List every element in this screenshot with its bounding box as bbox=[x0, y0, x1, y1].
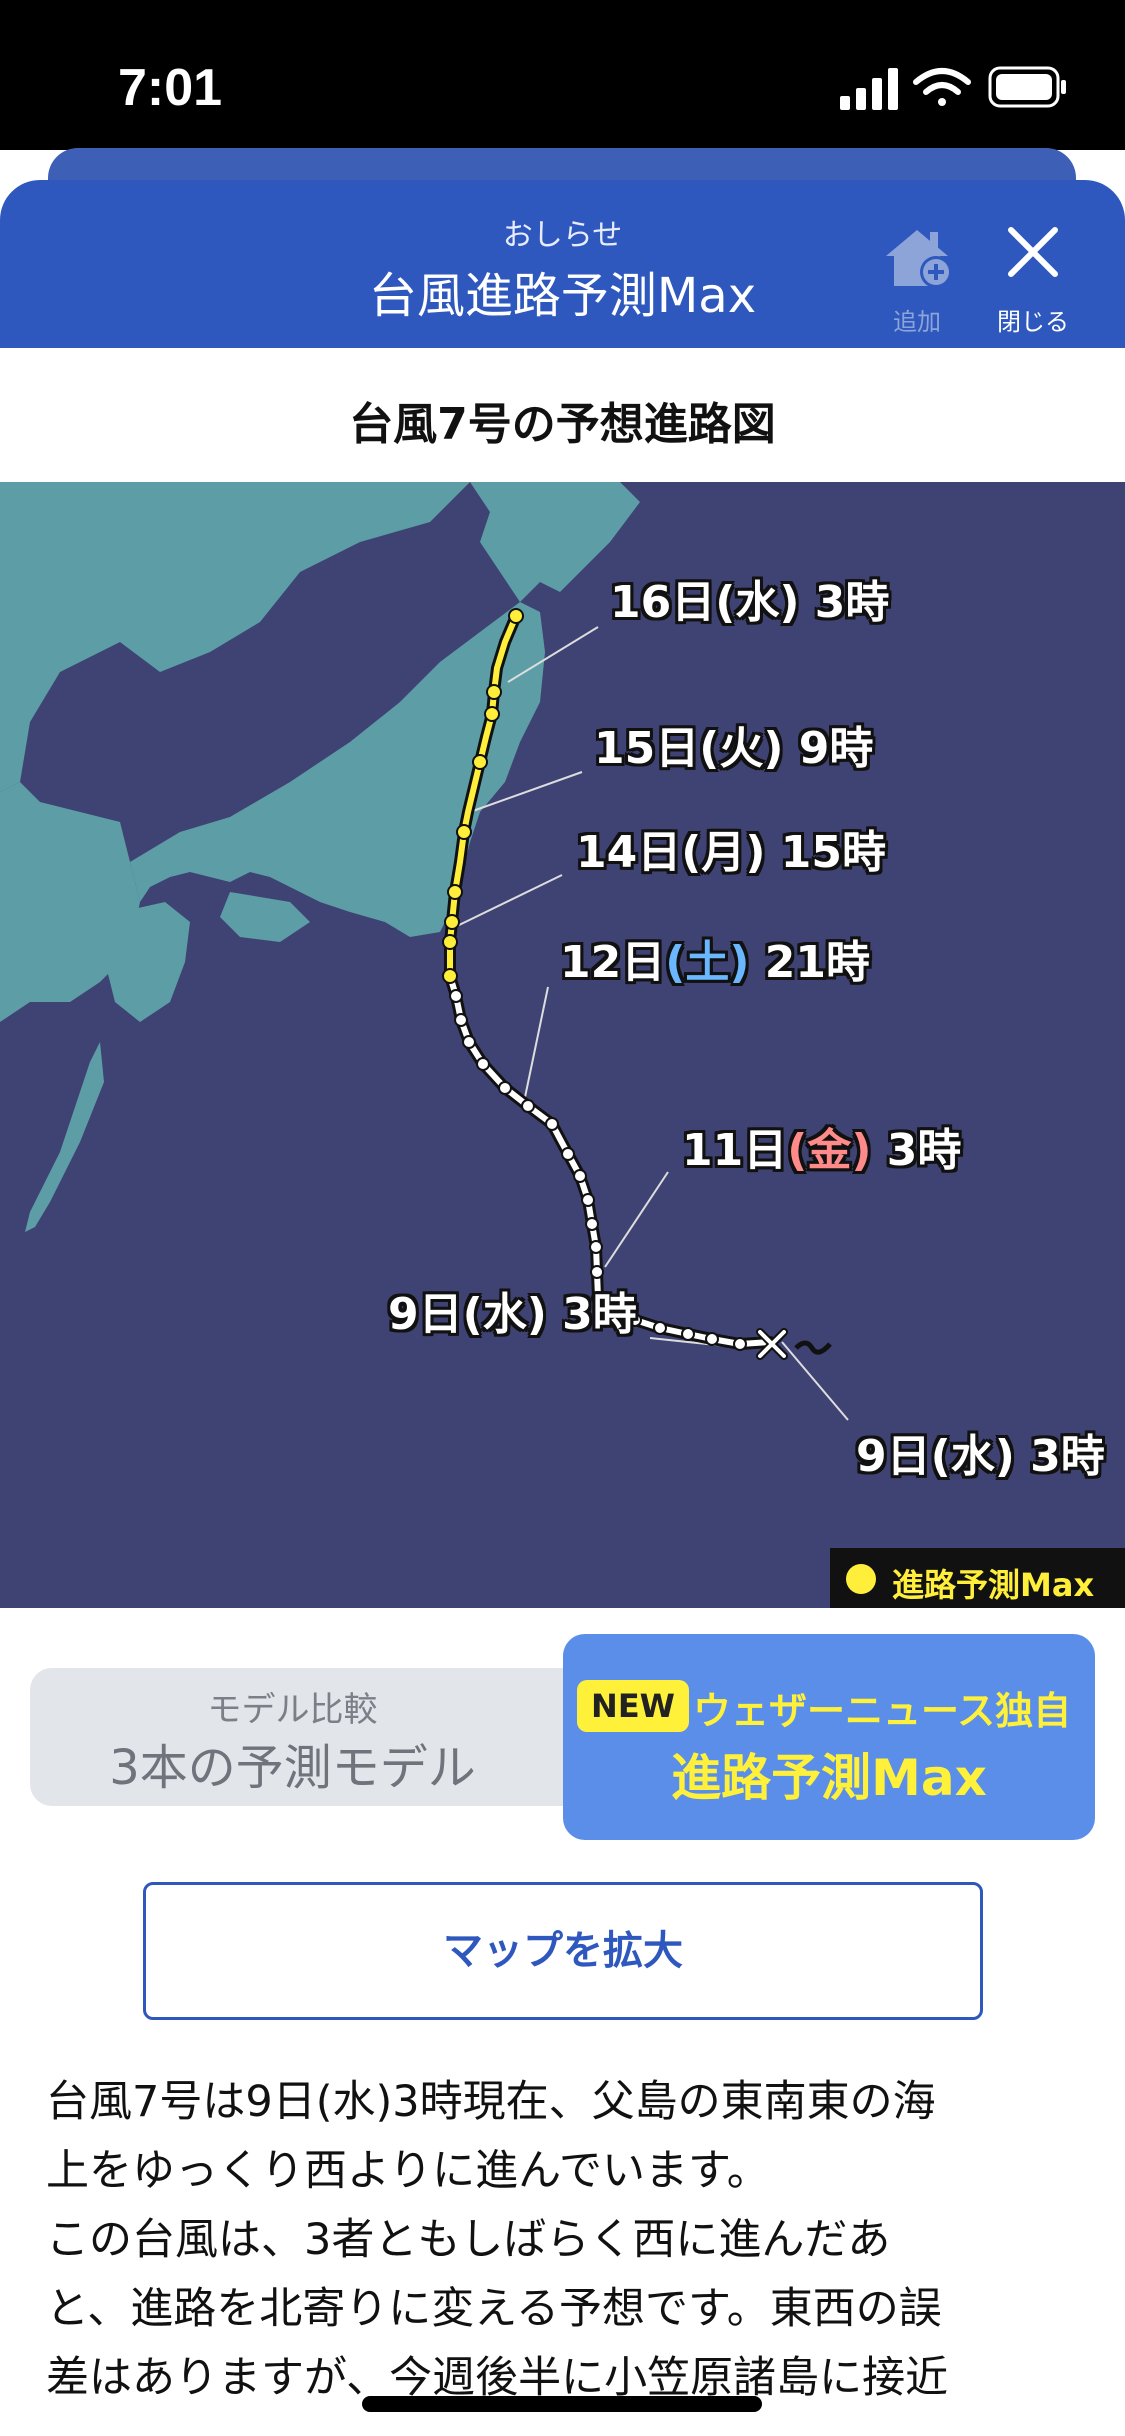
label-weekday-sat: (土) bbox=[665, 937, 750, 988]
status-time: 7:01 bbox=[118, 59, 223, 117]
home-indicator[interactable] bbox=[362, 2396, 762, 2412]
map-title: 台風7号の予想進路図 bbox=[349, 399, 776, 450]
label-day: 16日(水) bbox=[610, 577, 800, 628]
tab-track-max[interactable]: NEW ウェザーニュース独自 進路予測Max bbox=[563, 1634, 1095, 1840]
add-label: 追加 bbox=[893, 308, 941, 336]
tab-compare-sub: モデル比較 bbox=[207, 1690, 378, 1730]
track-label-9-past: 9日(水) 3時 bbox=[388, 1278, 637, 1342]
tab-model-compare[interactable]: モデル比較 3本の予測モデル bbox=[30, 1668, 590, 1806]
label-hour: 3時 bbox=[814, 577, 890, 628]
description-line: この台風は、3者ともしばらく西に進んだあ bbox=[46, 2215, 891, 2265]
battery-icon bbox=[988, 66, 1066, 108]
home-add-icon bbox=[886, 230, 952, 288]
typhoon-track-map[interactable]: 16日(水) 3時 15日(火) 9時 14日(月) 15時 12日(土) 21… bbox=[0, 482, 1125, 1608]
past-track-tail bbox=[794, 1340, 832, 1355]
map-legend: 進路予測Max bbox=[830, 1548, 1125, 1608]
track-label-9-current: 9日(水) 3時 bbox=[856, 1420, 1105, 1484]
label-day: 9日(水) bbox=[388, 1289, 547, 1340]
tab-compare-main: 3本の予測モデル bbox=[109, 1740, 476, 1796]
label-hour: 3時 bbox=[1030, 1431, 1105, 1482]
kyushu bbox=[105, 902, 190, 1022]
wifi-icon bbox=[913, 68, 971, 106]
close-button[interactable]: 閉じる bbox=[978, 216, 1088, 336]
status-bar: 7:01 bbox=[0, 0, 1125, 150]
label-day: 9日(水) bbox=[856, 1431, 1015, 1482]
shikoku bbox=[220, 892, 310, 942]
expand-map-button[interactable]: マップを拡大 bbox=[143, 1882, 983, 2020]
tab-max-main: 進路予測Max bbox=[671, 1749, 987, 1807]
track-label-14: 14日(月) 15時 bbox=[576, 816, 886, 880]
label-hour: 9時 bbox=[798, 723, 874, 774]
status-icons bbox=[840, 66, 1066, 110]
label-day: 15日(火) bbox=[594, 723, 784, 774]
label-hour: 3時 bbox=[886, 1125, 962, 1176]
track-label-11: 11日(金) 3時 bbox=[682, 1114, 961, 1178]
close-label: 閉じる bbox=[997, 308, 1069, 336]
typhoon-description: 台風7号は9日(水)3時現在、父島の東南東の海 上をゆっくり西よりに進んでいます… bbox=[46, 2068, 1086, 2413]
description-line: 上をゆっくり西よりに進んでいます。 bbox=[46, 2146, 770, 2196]
label-day: 11日 bbox=[682, 1125, 788, 1176]
track-label-12: 12日(土) 21時 bbox=[560, 926, 870, 990]
legend-text: 進路予測Max bbox=[892, 1566, 1095, 1604]
description-line: と、進路を北寄りに変える予想です。東西の誤 bbox=[46, 2284, 942, 2334]
label-hour: 3時 bbox=[562, 1289, 637, 1340]
label-hour: 21時 bbox=[764, 937, 871, 988]
add-home-button[interactable]: 追加 bbox=[862, 216, 972, 336]
track-label-15: 15日(火) 9時 bbox=[594, 712, 873, 776]
label-weekday-fri: (金) bbox=[787, 1125, 872, 1176]
new-badge: NEW bbox=[577, 1680, 689, 1732]
track-label-16: 16日(水) 3時 bbox=[610, 566, 889, 630]
close-icon bbox=[1008, 227, 1058, 277]
ryukyu-islands bbox=[25, 1042, 104, 1232]
label-day: 14日(月) bbox=[576, 827, 766, 878]
signal-icon bbox=[840, 68, 898, 110]
description-line: 台風7号は9日(水)3時現在、父島の東南東の海 bbox=[46, 2077, 936, 2127]
legend-dot-icon bbox=[846, 1564, 876, 1594]
map-title-band: 台風7号の予想進路図 bbox=[0, 348, 1125, 482]
label-day: 12日 bbox=[560, 937, 666, 988]
tab-max-sub: ウェザーニュース独自 bbox=[693, 1689, 1072, 1733]
label-hour: 15時 bbox=[780, 827, 887, 878]
modal-header: おしらせ 台風進路予測Max 追加 閉じる bbox=[0, 180, 1125, 348]
